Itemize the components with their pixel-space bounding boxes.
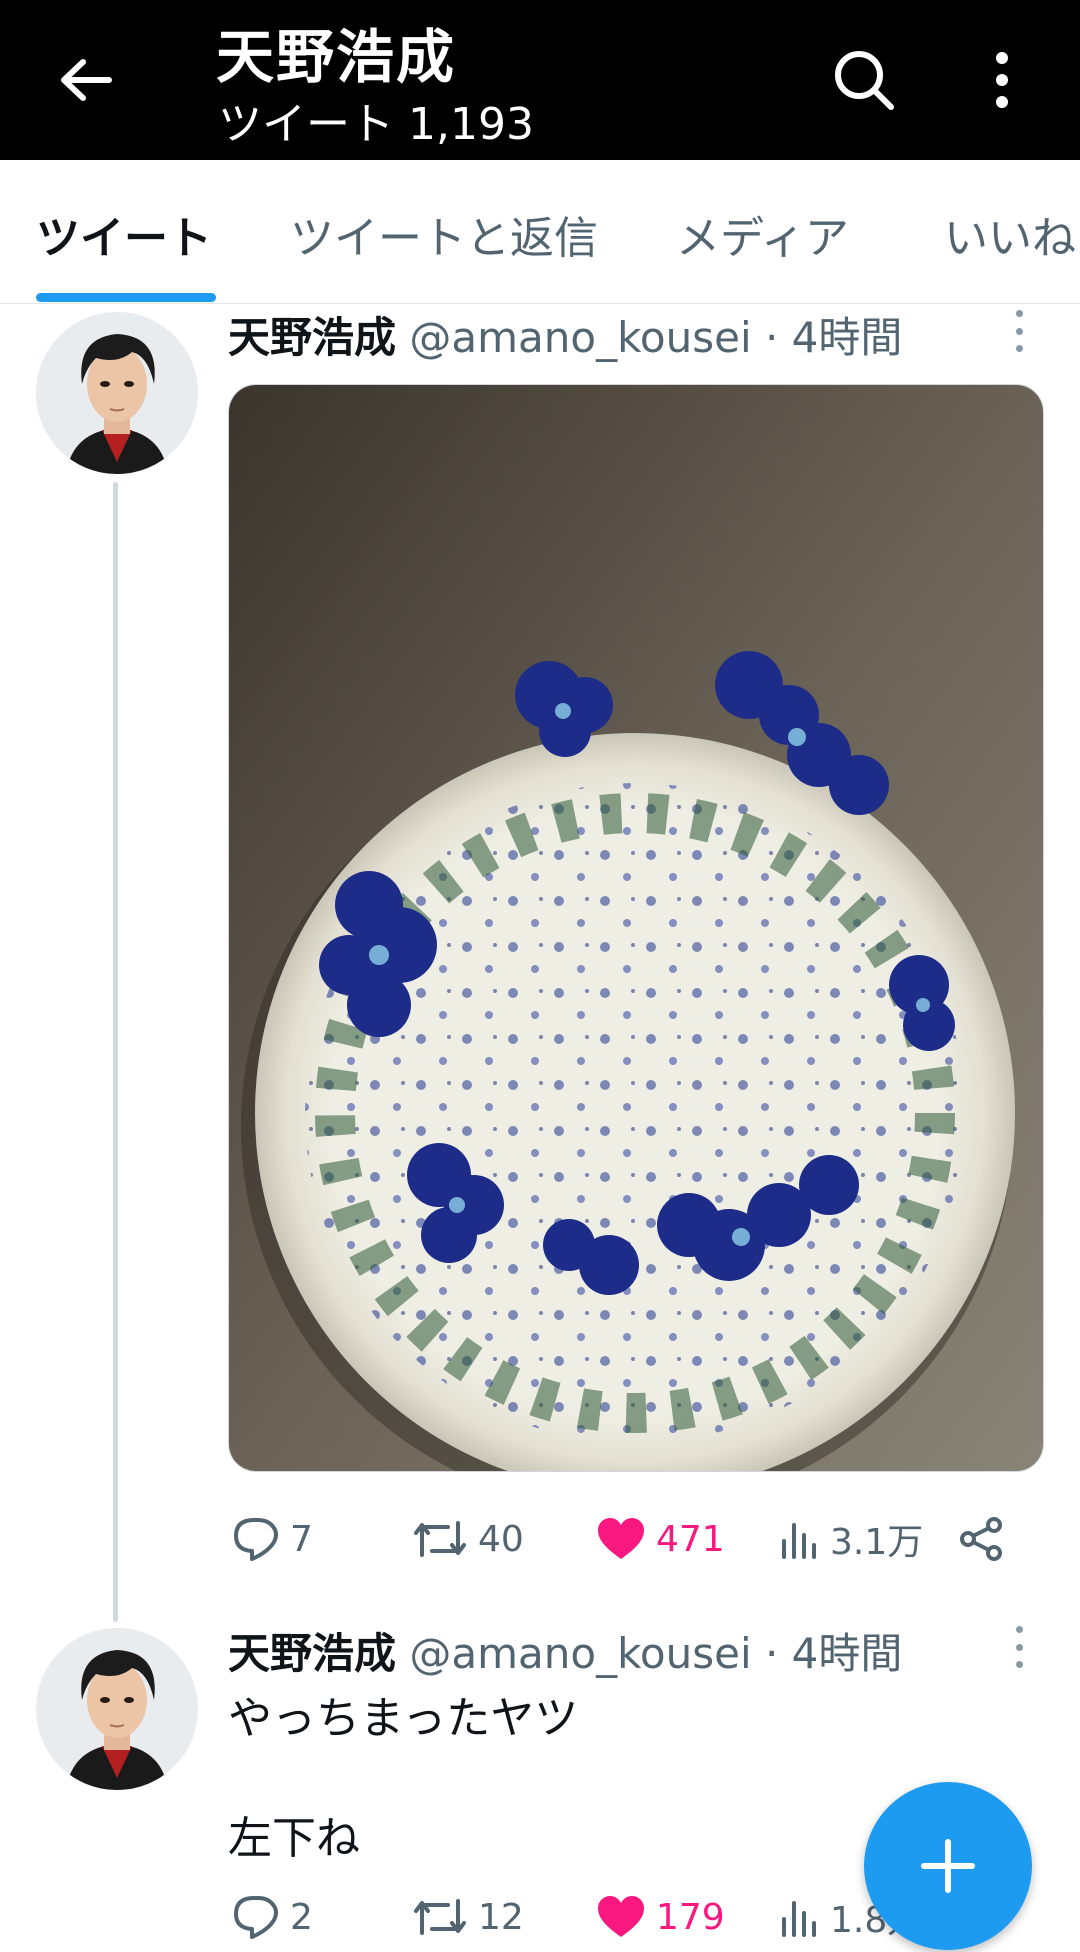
profile-name-title: 天野浩成 bbox=[216, 23, 457, 91]
tweet-more-icon[interactable] bbox=[1004, 306, 1034, 356]
retweet-button[interactable]: 40 bbox=[412, 1504, 524, 1574]
like-button[interactable]: 471 bbox=[596, 1504, 725, 1574]
views-button[interactable]: 3.1万 bbox=[780, 1504, 923, 1574]
active-tab-indicator bbox=[36, 293, 216, 302]
profile-tabs: ツイート ツイートと返信 メディア いいね bbox=[0, 160, 1080, 304]
reply-count: 2 bbox=[290, 1896, 313, 1938]
retweet-icon bbox=[414, 1521, 466, 1557]
tweet-text-line: やっちまったヤツ bbox=[228, 1693, 579, 1744]
tweet-header: 天野浩成 @amano_kousei · 4時間 bbox=[228, 304, 902, 365]
tweet-text-line: 左下ね bbox=[228, 1813, 360, 1864]
profile-photo bbox=[36, 1628, 198, 1790]
retweet-count: 40 bbox=[478, 1518, 524, 1560]
patterned-plate-photo bbox=[229, 385, 1043, 1471]
reply-button[interactable]: 2 bbox=[232, 1882, 313, 1952]
more-options-button[interactable] bbox=[972, 42, 1032, 118]
like-count: 179 bbox=[656, 1896, 725, 1938]
share-icon bbox=[960, 1517, 1002, 1561]
back-button[interactable] bbox=[50, 45, 120, 115]
tab-media[interactable]: メディア bbox=[676, 202, 849, 266]
tweet-count: ツイート 1,193 bbox=[218, 99, 534, 150]
bar-chart-icon bbox=[782, 1901, 816, 1937]
avatar[interactable] bbox=[36, 312, 198, 474]
like-button[interactable]: 179 bbox=[596, 1882, 725, 1952]
top-app-bar: 天野浩成 ツイート 1,193 bbox=[0, 0, 1080, 160]
share-button[interactable] bbox=[958, 1504, 1004, 1574]
tweet-media-image[interactable] bbox=[228, 384, 1044, 1472]
heart-filled-icon bbox=[598, 1518, 644, 1559]
reply-icon bbox=[234, 1518, 278, 1561]
plus-icon bbox=[921, 1839, 975, 1893]
tweet-actions: 7 40 471 3.1万 bbox=[228, 1504, 1048, 1574]
retweet-count: 12 bbox=[478, 1896, 524, 1938]
compose-tweet-button[interactable] bbox=[864, 1782, 1032, 1950]
search-button[interactable] bbox=[826, 42, 902, 118]
tab-tweets[interactable]: ツイート bbox=[36, 202, 212, 266]
reply-count: 7 bbox=[290, 1518, 313, 1560]
search-icon bbox=[835, 51, 894, 110]
author-name[interactable]: 天野浩成 bbox=[228, 1629, 396, 1678]
heart-filled-icon bbox=[598, 1896, 644, 1937]
tweet-more-icon[interactable] bbox=[1004, 1622, 1034, 1672]
like-count: 471 bbox=[656, 1518, 725, 1560]
bar-chart-icon bbox=[782, 1523, 816, 1559]
avatar[interactable] bbox=[36, 1628, 198, 1790]
tab-likes[interactable]: いいね bbox=[944, 202, 1076, 266]
arrow-left-icon bbox=[61, 59, 112, 101]
reply-button[interactable]: 7 bbox=[232, 1504, 313, 1574]
author-handle: @amano_kousei bbox=[409, 313, 752, 362]
author-handle: @amano_kousei bbox=[409, 1629, 752, 1678]
retweet-icon bbox=[414, 1899, 466, 1935]
tweet-header: 天野浩成 @amano_kousei · 4時間 bbox=[228, 1620, 902, 1681]
tab-tweets-and-replies[interactable]: ツイートと返信 bbox=[290, 202, 598, 266]
tweet-time: · 4時間 bbox=[764, 313, 903, 362]
retweet-button[interactable]: 12 bbox=[412, 1882, 524, 1952]
thread-connector-line bbox=[113, 482, 118, 1622]
profile-photo bbox=[36, 312, 198, 474]
tweet-time: · 4時間 bbox=[764, 1629, 903, 1678]
view-count: 3.1万 bbox=[830, 1522, 924, 1563]
more-vertical-icon bbox=[996, 52, 1008, 108]
author-name[interactable]: 天野浩成 bbox=[228, 313, 396, 362]
reply-icon bbox=[234, 1896, 278, 1939]
